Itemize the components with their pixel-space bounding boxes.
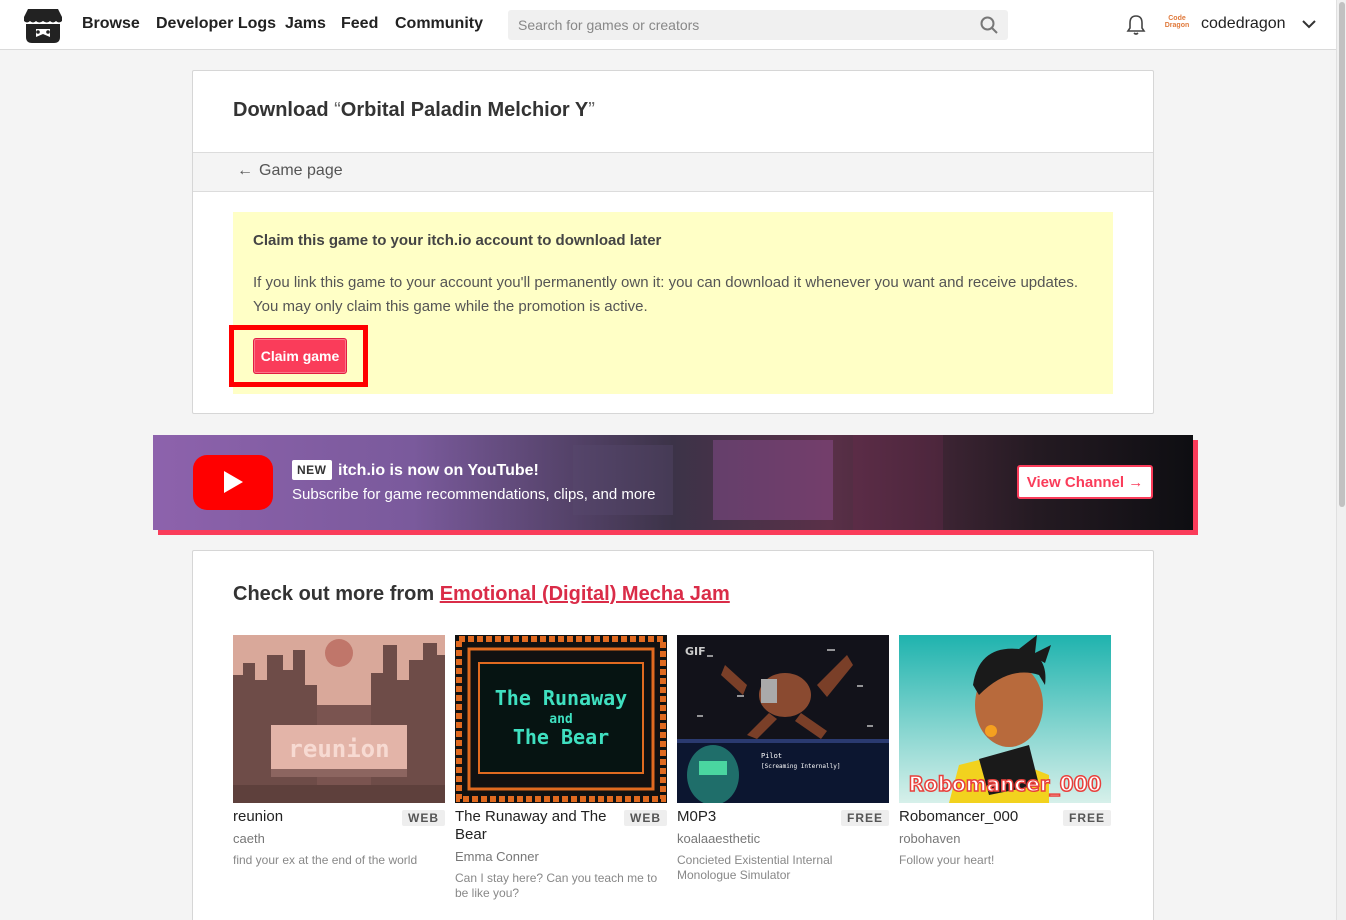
nav-feed[interactable]: Feed — [341, 15, 378, 33]
game-author[interactable]: koalaaesthetic — [677, 831, 760, 846]
avatar[interactable]: Code Dragon — [1164, 13, 1190, 37]
more-heading: Check out more from Emotional (Digital) … — [233, 583, 730, 606]
game-page-link-label: Game page — [259, 162, 343, 179]
close-quote: ” — [588, 99, 595, 121]
banner-title: itch.io is now on YouTube! — [338, 462, 539, 479]
more-games-panel: Check out more from Emotional (Digital) … — [192, 550, 1154, 920]
claim-game-button[interactable]: Claim game — [253, 338, 347, 374]
price-badge: FREE — [1062, 810, 1111, 826]
nav-community[interactable]: Community — [395, 15, 483, 33]
jam-link[interactable]: Emotional (Digital) Mecha Jam — [440, 583, 730, 605]
banner-body: NEW itch.io is now on YouTube! Subscribe… — [153, 435, 1193, 530]
game-author[interactable]: robohaven — [899, 831, 960, 846]
claim-notice: Claim this game to your itch.io account … — [229, 212, 1113, 394]
game-title[interactable]: M0P3 — [677, 808, 837, 826]
game-description: Concieted Existential Internal Monologue… — [677, 853, 833, 882]
claim-heading: Claim this game to your itch.io account … — [253, 232, 662, 249]
game-description: find your ex at the end of the world — [233, 853, 418, 867]
game-page-link[interactable]: ← Game page — [237, 162, 343, 180]
game-author[interactable]: Emma Conner — [455, 849, 539, 864]
game-grid: reunion reunion WEB caeth find your ex a… — [233, 635, 1113, 920]
search-input[interactable] — [508, 10, 968, 40]
title-prefix: Download — [233, 99, 329, 121]
username[interactable]: codedragon — [1201, 15, 1286, 33]
game-description: Follow your heart! — [899, 853, 995, 867]
scrollbar-thumb[interactable] — [1339, 2, 1345, 507]
view-channel-button[interactable]: View Channel → — [1017, 465, 1153, 499]
thumb-line-1: The Runaway — [495, 686, 627, 710]
nav-browse[interactable]: Browse — [82, 15, 140, 33]
arrow-left-icon: ← — [237, 162, 253, 179]
more-heading-prefix: Check out more from — [233, 583, 435, 605]
game-author[interactable]: caeth — [233, 831, 265, 846]
platform-badge: WEB — [624, 810, 667, 826]
price-badge: FREE — [840, 810, 889, 826]
chevron-down-icon[interactable] — [1301, 18, 1317, 30]
platform-badge: WEB — [402, 810, 445, 826]
banner-decoration — [853, 435, 943, 530]
open-quote: “ — [334, 99, 341, 121]
game-thumbnail[interactable]: The Runaway and The Bear — [455, 635, 667, 803]
banner-subtitle: Subscribe for game recommendations, clip… — [292, 486, 656, 503]
game-thumbnail[interactable]: GIF Pilot [Screaming Internally] — [677, 635, 889, 803]
new-badge: NEW — [292, 460, 332, 480]
back-bar: ← Game page — [193, 152, 1153, 192]
thumb-text: reunion — [288, 735, 389, 763]
game-title[interactable]: The Runaway and The Bear — [455, 808, 615, 844]
game-title[interactable]: Robomancer_000 — [899, 808, 1059, 826]
game-title[interactable]: reunion — [233, 808, 393, 826]
youtube-banner: NEW itch.io is now on YouTube! Subscribe… — [153, 435, 1198, 535]
banner-decoration — [573, 445, 673, 515]
search-icon[interactable] — [980, 16, 998, 34]
thumb-line-3: The Bear — [513, 725, 609, 749]
claim-description: If you link this game to your account yo… — [253, 274, 1078, 315]
page-scrollbar[interactable] — [1336, 0, 1346, 920]
gif-label: GIF — [685, 645, 706, 658]
bell-icon[interactable] — [1126, 14, 1146, 36]
download-panel: Download “Orbital Paladin Melchior Y” ← G… — [192, 70, 1154, 414]
thumb-text: Robomancer_000 — [909, 772, 1102, 796]
page-title: Download “Orbital Paladin Melchior Y” — [233, 99, 595, 122]
nav-developer-logs[interactable]: Developer Logs — [156, 15, 276, 33]
nav-jams[interactable]: Jams — [285, 15, 326, 33]
itchio-logo-icon[interactable] — [23, 7, 63, 44]
game-thumbnail[interactable]: reunion — [233, 635, 445, 803]
search-box — [508, 10, 1008, 40]
game-thumbnail[interactable]: Robomancer_000 — [899, 635, 1111, 803]
game-description: Can I stay here? Can you teach me to be … — [455, 871, 658, 900]
thumb-pilot: Pilot — [761, 752, 782, 760]
game-name: Orbital Paladin Melchior Y — [340, 99, 589, 121]
thumb-caption: [Screaming Internally] — [761, 763, 840, 770]
banner-decoration — [713, 440, 833, 520]
youtube-play-icon — [193, 455, 273, 510]
top-navigation-bar: Browse Developer Logs Jams Feed Communit… — [0, 0, 1336, 50]
